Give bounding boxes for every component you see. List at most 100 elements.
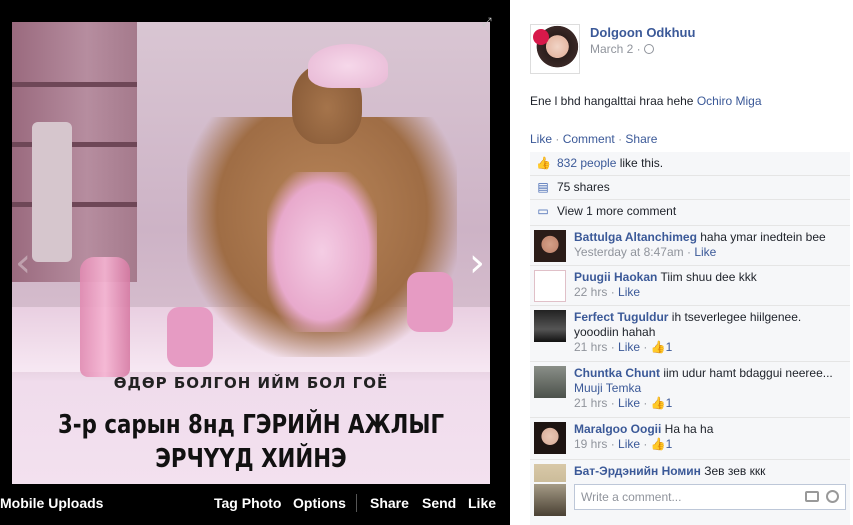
comment-like-link[interactable]: Like [694,245,716,259]
comment-item: Puugii Haokan Tiim shuu dee kkk 22 hrs ·… [530,266,850,306]
comment-body: Maralgoo Oogii Ha ha ha 19 hrs · Like · … [574,422,844,452]
photo-cap [308,44,388,88]
commenter-avatar[interactable] [534,230,566,262]
comment-time[interactable]: 19 hrs [574,437,607,451]
photo-caption-top: ӨДӨР БОЛГОН ИЙМ БОЛ ГОЁ [113,374,389,392]
prev-photo-icon[interactable]: ‹ [8,240,38,286]
shares-row: ▤ 75 shares [530,176,850,200]
shares-count-link[interactable]: 75 shares [557,180,610,194]
send-button[interactable]: Send [422,495,456,511]
camera-icon[interactable] [805,491,819,502]
comment-like-link[interactable]: Like [618,340,640,354]
separator: · [618,132,623,146]
like-count: 1 [665,437,673,451]
photo-glove [167,307,213,367]
comment-text: Зев зев ккк [700,464,766,478]
main-photo[interactable]: ӨДӨР БОЛГОН ИЙМ БОЛ ГОЁ 3-р сарын 8нд ГЭ… [12,22,490,484]
comment-item: Battulga Altanchimeg haha ymar inedtein … [530,226,850,266]
likes-row: 👍 832 people like this. [530,152,850,176]
comment-like-count[interactable]: 👍1 [651,437,673,451]
next-photo-icon[interactable]: › [462,240,492,286]
comment-time[interactable]: 22 hrs [574,285,607,299]
commenter-name[interactable]: Battulga Altanchimeg [574,230,697,244]
photo-towel [32,122,72,262]
comment-like-link[interactable]: Like [618,396,640,410]
comment-like-count[interactable]: 👍1 [651,340,673,354]
comment-time[interactable]: 21 hrs [574,396,607,410]
globe-icon [643,44,654,54]
comment-item: Chuntka Chunt iim udur hamt bdaggui neer… [530,362,850,418]
post-panel: Dolgoon Odkhuu March 2 · Ene l bhd hanga… [510,0,853,525]
thumbs-up-icon: 👍 [536,156,551,170]
post-date[interactable]: March 2 · [590,42,654,56]
view-more-comments-link[interactable]: View 1 more comment [557,204,676,218]
comment-meta: Yesterday at 8:47am · Like [574,245,717,259]
comment-text: Ha ha ha [661,422,714,436]
thumbs-up-icon: 👍 [650,437,666,451]
tagged-user-link[interactable]: Ochiro Miga [697,94,762,108]
likes-count-link[interactable]: 832 people [557,156,616,170]
comment-action[interactable]: Comment [563,132,615,146]
comment-body: Chuntka Chunt iim udur hamt bdaggui neer… [574,366,844,411]
like-count: 1 [665,340,673,354]
comment-body: Puugii Haokan Tiim shuu dee kkk 22 hrs ·… [574,270,844,300]
comment-body: Ferfect Tuguldur ih tseverlegee hiilgene… [574,310,844,355]
commenter-avatar[interactable] [534,366,566,398]
flower-icon [533,29,549,45]
tag-photo-button[interactable]: Tag Photo [214,495,281,511]
comment-meta: 19 hrs · Like · 👍1 [574,437,673,451]
photo-caption-line: ЭРЧҮҮД ХИЙНЭ [155,444,347,474]
photo-bottom-bar: Mobile Uploads Tag Photo Options Share S… [0,484,510,525]
expand-icon[interactable]: ⤢ [482,16,494,28]
comment-time[interactable]: 21 hrs [574,340,607,354]
comment-body: Battulga Altanchimeg haha ymar inedtein … [574,230,844,260]
commenter-avatar[interactable] [534,422,566,454]
comment-meta: 22 hrs · Like [574,285,641,299]
likes-suffix: like this. [616,156,664,170]
commenter-name[interactable]: Maralgoo Oogii [574,422,661,436]
post-text: Ene l bhd hangalttai hraa hehe Ochiro Mi… [530,94,762,108]
thumbs-up-icon: 👍 [650,340,666,354]
comment-input[interactable]: Write a comment... [574,484,846,510]
commenter-name[interactable]: Puugii Haokan [574,270,657,284]
feedback-area: 👍 832 people like this. ▤ 75 shares ▭ Vi… [530,152,850,525]
comment-text: iim udur hamt bdaggui neeree... [660,366,833,380]
share-button[interactable]: Share [370,495,409,511]
like-button[interactable]: Like [468,495,496,511]
commenter-name[interactable]: Ferfect Tuguldur [574,310,668,324]
photo-caption-main: 3-р сарын 8нд ГЭРИЙН АЖЛЫГ ЭРЧҮҮД ХИЙНЭ [55,408,447,476]
thumbs-up-icon: 👍 [650,396,666,410]
comment-meta: 21 hrs · Like · 👍1 [574,396,673,410]
comment-time[interactable]: Yesterday at 8:47am [574,245,684,259]
comment-like-link[interactable]: Like [618,437,640,451]
current-user-avatar [534,484,566,516]
photo-bottle [80,257,130,377]
commenter-avatar[interactable] [534,270,566,302]
comment-like-link[interactable]: Like [618,285,640,299]
comment-icon: ▭ [537,204,549,218]
commenter-name[interactable]: Chuntka Chunt [574,366,660,380]
album-link[interactable]: Mobile Uploads [0,495,103,511]
mention-link[interactable]: Muuji Temka [574,381,641,395]
comment-like-count[interactable]: 👍1 [651,396,673,410]
share-action[interactable]: Share [625,132,657,146]
comment-item: Maralgoo Oogii Ha ha ha 19 hrs · Like · … [530,418,850,460]
commenter-name[interactable]: Бат-Эрдэнийн Номин [574,464,701,478]
photo-stage: ӨДӨР БОЛГОН ИЙМ БОЛ ГОЁ 3-р сарын 8нд ГЭ… [0,0,510,525]
photo-caption-line: 3-р сарын 8нд ГЭРИЙН АЖЛЫГ [57,410,445,440]
post-actions: Like · Comment · Share [530,132,657,146]
author-avatar[interactable] [530,24,580,74]
like-action[interactable]: Like [530,132,552,146]
author-name[interactable]: Dolgoon Odkhuu [590,25,695,40]
share-icon: ▤ [537,180,549,194]
post-date-text: March 2 · [590,42,641,56]
emoji-icon[interactable] [826,490,839,503]
separator: · [555,132,560,146]
photo-shelf [12,142,137,147]
options-button[interactable]: Options [293,495,346,511]
commenter-avatar[interactable] [534,464,566,482]
photo-shelf [12,82,137,87]
commenter-avatar[interactable] [534,310,566,342]
like-count: 1 [665,396,673,410]
comment-meta: 21 hrs · Like · 👍1 [574,340,673,354]
